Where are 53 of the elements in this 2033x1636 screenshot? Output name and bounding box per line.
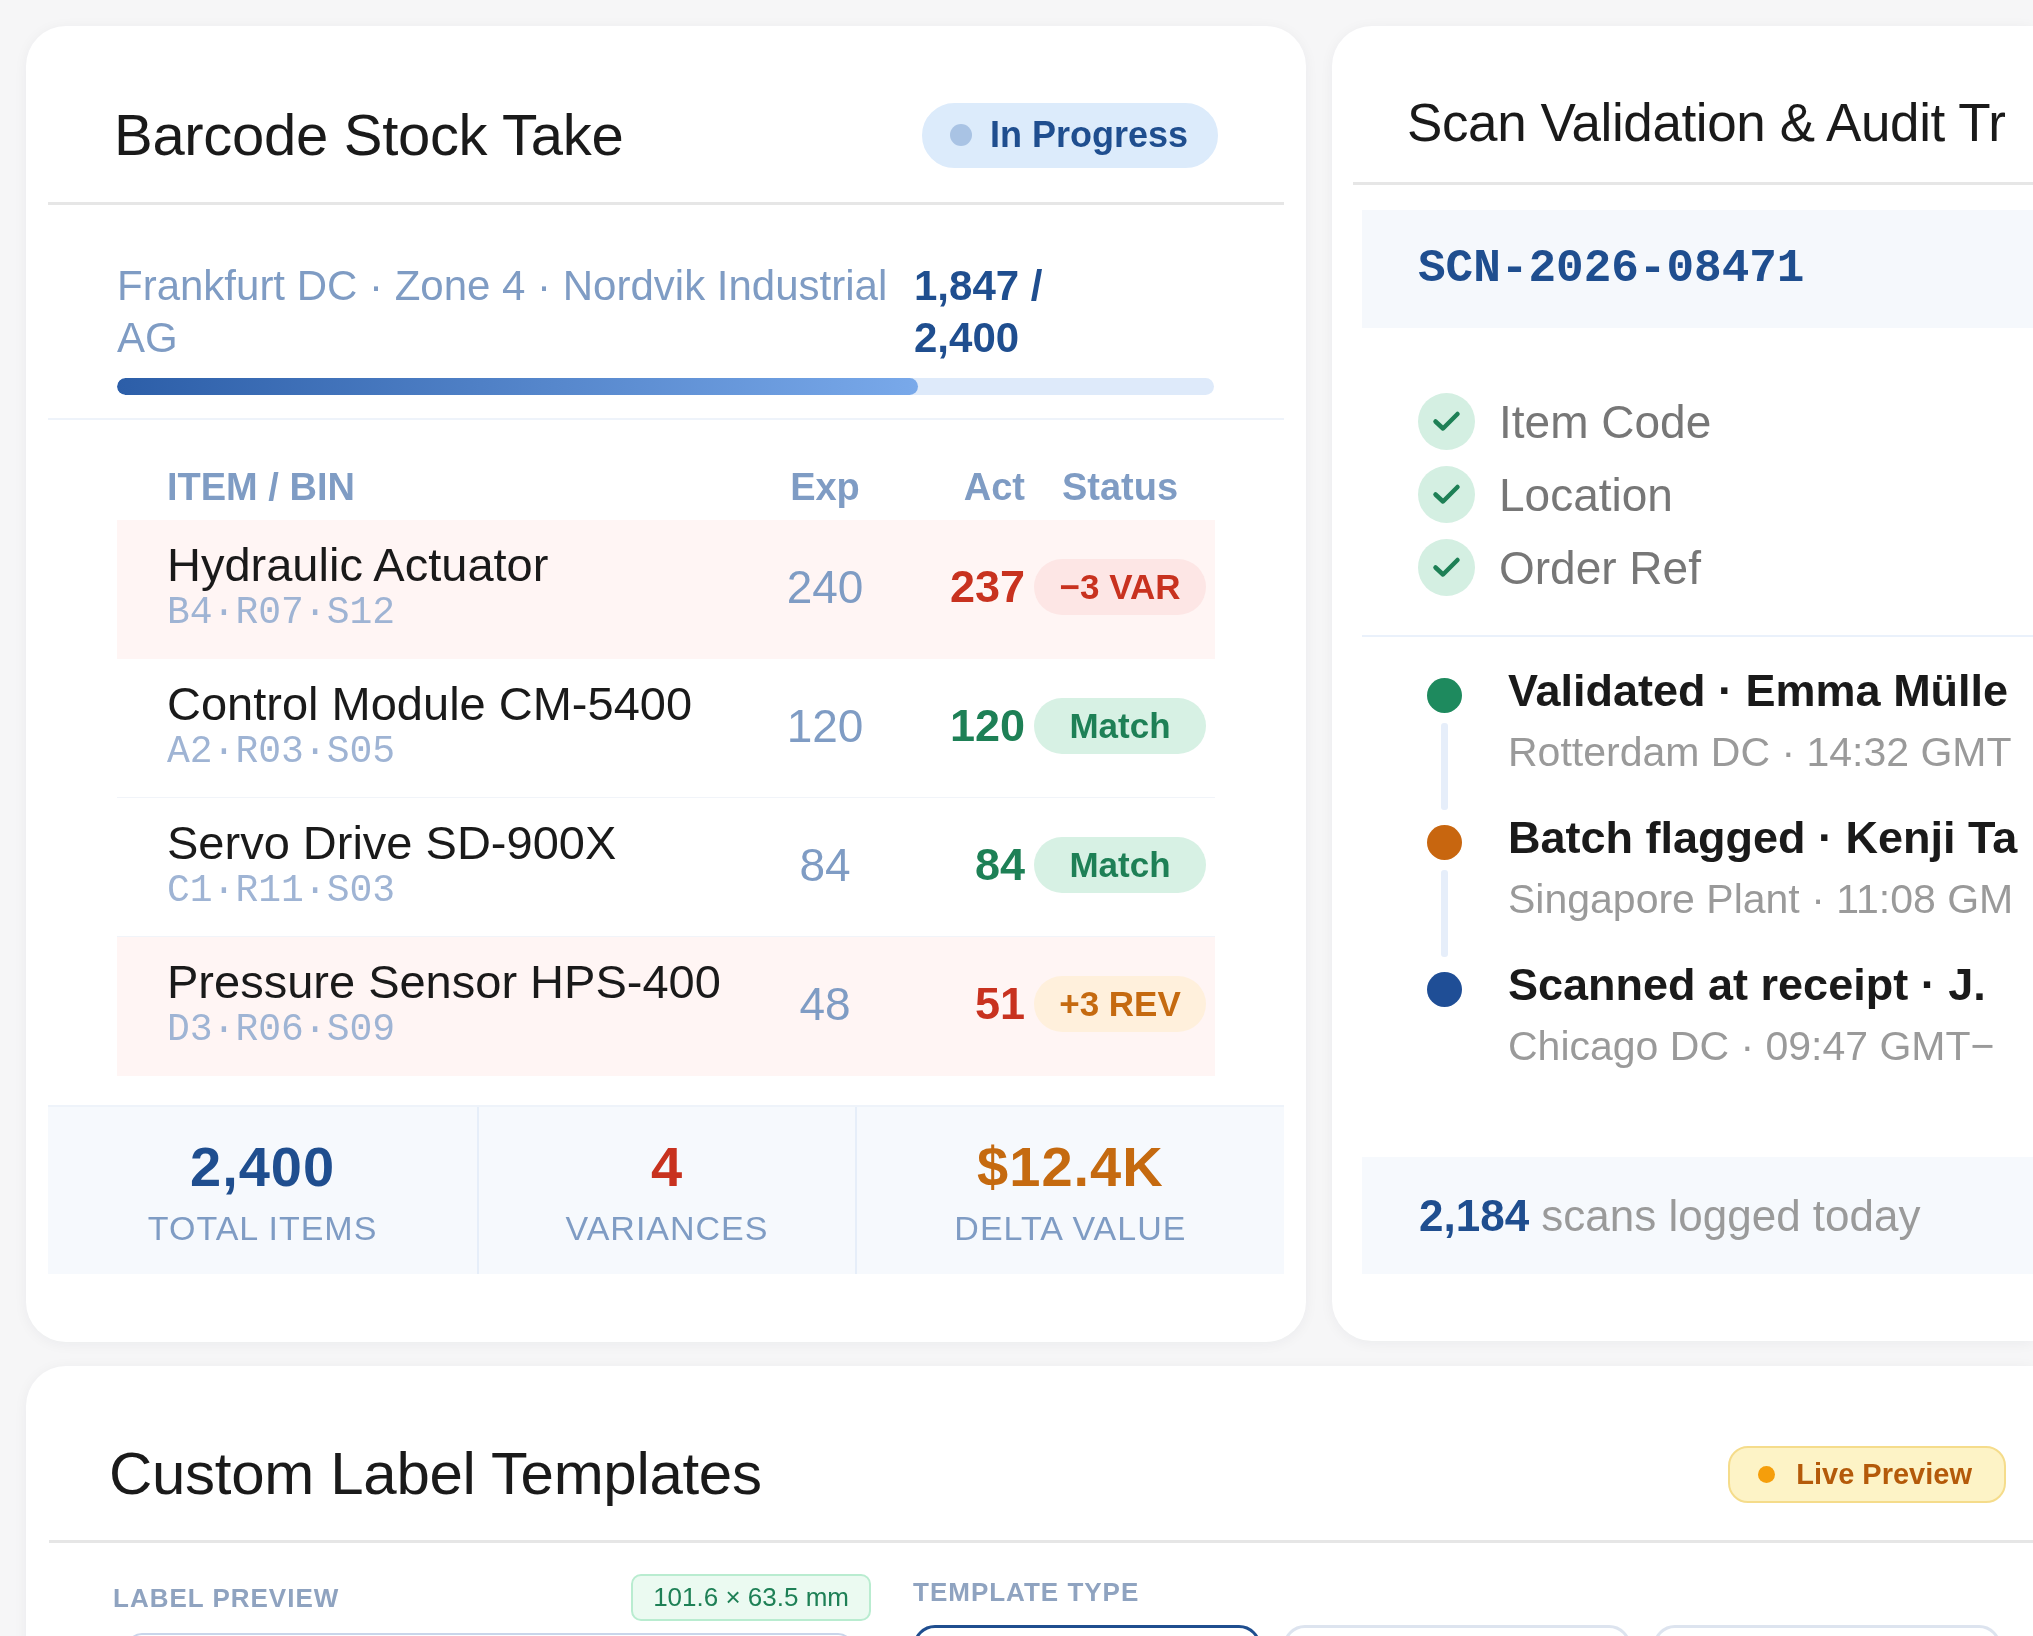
- count-text: 1,847 / 2,400: [914, 261, 1044, 363]
- card-title: Scan Validation & Audit Tr: [1407, 92, 2006, 154]
- status-label: Live Preview: [1796, 1457, 1972, 1491]
- stat-value: $12.4K: [977, 1135, 1164, 1199]
- item-name: Hydraulic Actuator: [167, 540, 550, 590]
- scan-id: SCN-2026-08471: [1418, 243, 1805, 295]
- bin-location: B4·R07·S12: [167, 592, 397, 634]
- actual-qty: 237: [948, 561, 1025, 613]
- item-name: Control Module CM-5400: [167, 679, 694, 729]
- bin-location: C1·R11·S03: [167, 870, 397, 912]
- stat-value: 2,400: [190, 1135, 336, 1199]
- stat-value: 4: [650, 1135, 684, 1199]
- item-name: Servo Drive SD-900X: [167, 818, 618, 868]
- status-label: In Progress: [989, 114, 1188, 156]
- check-label: Item Code: [1499, 394, 1712, 449]
- scans-logged-text: 2,184 scans logged today: [1419, 1190, 1921, 1241]
- actual-qty: 84: [973, 839, 1025, 891]
- event-detail: Chicago DC · 09:47 GMT−: [1508, 1022, 1996, 1071]
- column-header: Act: [962, 465, 1025, 510]
- status-dot-icon: [1758, 1465, 1776, 1483]
- event-title: Validated · Emma Mülle: [1508, 664, 2010, 718]
- stat-label: DELTA VALUE: [954, 1208, 1187, 1249]
- check-label: Order Ref: [1499, 540, 1701, 595]
- item-name: Pressure Sensor HPS-400: [167, 957, 722, 1007]
- card-title: Custom Label Templates: [109, 1439, 762, 1509]
- event-title: Batch flagged · Kenji Ta: [1508, 811, 2019, 865]
- event-title: Scanned at receipt · J.: [1508, 958, 1987, 1012]
- actual-qty: 120: [948, 700, 1025, 752]
- event-detail: Singapore Plant · 11:08 GM: [1508, 875, 2015, 924]
- section-label: TEMPLATE TYPE: [913, 1577, 1140, 1607]
- status-dot-icon: [949, 124, 972, 146]
- status-badge: Match: [1034, 698, 1206, 754]
- status-badge: +3 REV: [1034, 976, 1206, 1032]
- check-label: Location: [1499, 467, 1673, 522]
- status-badge: −3 VAR: [1034, 559, 1206, 615]
- label-size-tag: 101.6 × 63.5 mm: [631, 1574, 871, 1621]
- stat-label: VARIANCES: [565, 1208, 769, 1249]
- expected-qty: 120: [785, 699, 865, 753]
- bin-location: D3·R06·S09: [167, 1009, 397, 1051]
- stat-label: TOTAL ITEMS: [147, 1208, 378, 1249]
- expected-qty: 240: [785, 560, 865, 614]
- card-title: Barcode Stock Take: [114, 102, 624, 168]
- status-badge: Match: [1034, 837, 1206, 893]
- column-header: Status: [1060, 465, 1180, 510]
- column-header: ITEM / BIN: [167, 465, 356, 510]
- section-label: LABEL PREVIEW: [113, 1581, 340, 1615]
- location-text: Frankfurt DC · Zone 4 · Nordvik Industrial AG: [117, 261, 889, 363]
- expected-qty: 84: [798, 838, 852, 892]
- actual-qty: 51: [973, 978, 1025, 1030]
- column-header: Exp: [789, 465, 861, 510]
- expected-qty: 48: [798, 977, 852, 1031]
- bin-location: A2·R03·S05: [167, 731, 397, 773]
- event-detail: Rotterdam DC · 14:32 GMT: [1508, 728, 2013, 777]
